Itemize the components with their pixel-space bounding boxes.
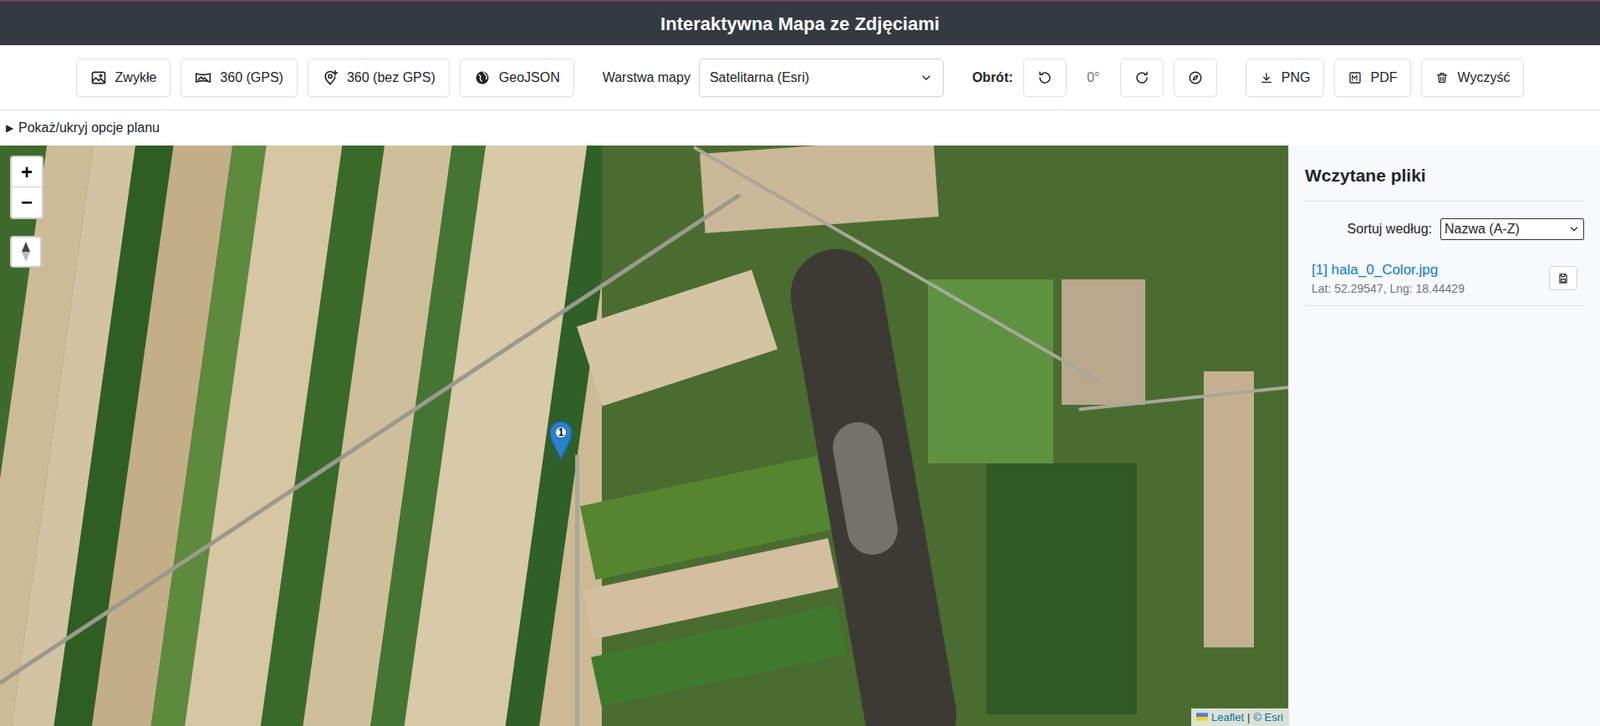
globe-icon [473,69,491,87]
farmland [0,145,707,726]
marker-pin-icon [548,419,574,462]
attribution-separator: | [1247,708,1250,726]
panorama-icon [194,69,212,87]
zoom-in-button[interactable]: + [11,157,42,188]
field [1203,371,1254,648]
rotation-label: Obrót: [972,67,1014,88]
export-button-label: PDF [1370,67,1397,88]
forest [986,463,1137,714]
rotation-value: 0° [1076,67,1111,88]
save-icon [1557,272,1570,285]
sidebar-title: Wczytane pliki [1304,162,1585,202]
photo-marker[interactable]: 1 [548,419,574,462]
layer-label: Warstwa mapy [602,67,691,88]
rotation-group: Obrót: 0° [972,58,1218,97]
leaflet-link[interactable]: Leaflet [1211,708,1244,726]
compass-icon [1187,70,1203,86]
rotate-right-icon [1134,70,1150,86]
app-title: Interaktywna Mapa ze Zdjęciami [660,10,940,38]
sort-label: Sortuj według: [1347,219,1432,240]
upload-button-label: Zwykłe [115,67,158,88]
sidebar: Wczytane pliki Sortuj według: Nazwa (A-Z) [… [1288,145,1600,726]
toolbar: Zwykłe 360 (GPS) 360 (bez GPS) GeoJSON Warst… [0,45,1600,111]
road [575,454,580,726]
file-list: [1] hala_0_Color.jpgLat: 52.29547, Lng: … [1304,251,1585,307]
save-file-button[interactable] [1549,265,1578,291]
map-attribution: Leaflet|© Esri [1191,708,1289,726]
plan-options-toggle[interactable]: ▶Pokaż/ukryj opcje planu [0,110,1600,146]
upload-button[interactable]: GeoJSON [459,58,575,97]
upload-group: Zwykłe 360 (GPS) 360 (bez GPS) GeoJSON [76,58,575,97]
export-group: PNG PDF Wyczyść [1245,58,1525,97]
field [1061,279,1146,405]
chevron-down-icon [919,71,933,85]
zoom-control: +− [10,155,44,220]
chevron-down-icon [1568,223,1580,235]
download-icon [1259,71,1274,85]
marker-label: 1 [548,424,574,440]
zoom-out-button[interactable]: − [11,187,42,218]
image-icon [90,69,108,87]
ukraine-flag-icon [1196,712,1208,721]
file-info: [1] hala_0_Color.jpgLat: 52.29547, Lng: … [1311,259,1465,299]
layer-group: Warstwa mapy Satelitarna (Esri) [602,58,944,97]
upload-button-label: 360 (GPS) [219,67,284,88]
esri-link[interactable]: © Esri [1253,708,1284,726]
map[interactable]: +− 1 Leaflet|© Esri [0,145,1289,726]
sort-row: Sortuj według: Nazwa (A-Z) [1304,218,1585,240]
file-item: [1] hala_0_Color.jpgLat: 52.29547, Lng: … [1304,251,1585,307]
rotate-right-button[interactable] [1120,58,1164,97]
north-button[interactable] [10,235,42,268]
upload-button-label: GeoJSON [499,67,561,88]
rotate-left-icon [1037,70,1053,86]
north-arrow-icon [17,240,35,263]
pdf-icon [1348,71,1362,85]
toggle-arrow-icon: ▶ [5,120,14,136]
upload-button[interactable]: 360 (bez GPS) [307,58,450,97]
export-button[interactable]: PNG [1245,58,1325,97]
sort-select-value: Nazwa (A-Z) [1444,219,1520,240]
export-button[interactable]: PDF [1334,58,1412,97]
upload-button[interactable]: Zwykłe [76,58,172,97]
pin-plus-icon [321,69,339,87]
export-button-label: Wyczyść [1457,67,1510,88]
upload-button[interactable]: 360 (GPS) [180,58,298,97]
layer-select-value: Satelitarna (Esri) [709,67,810,88]
file-link[interactable]: [1] hala_0_Color.jpg [1311,259,1465,281]
rotate-left-button[interactable] [1023,58,1067,97]
export-button-label: PNG [1281,67,1311,88]
upload-button-label: 360 (bez GPS) [346,67,436,88]
main-area: +− 1 Leaflet|© Esri Wczytane pliki Sortuj we… [0,145,1600,726]
plan-toggle-label: Pokaż/ukryj opcje planu [18,117,160,138]
file-coords: Lat: 52.29547, Lng: 18.44429 [1311,280,1465,298]
reset-rotation-button[interactable] [1173,58,1218,97]
trash-icon [1435,71,1449,85]
field [927,279,1054,464]
sort-select[interactable]: Nazwa (A-Z) [1440,218,1585,240]
layer-select[interactable]: Satelitarna (Esri) [698,58,944,97]
app-header: Interaktywna Mapa ze Zdjęciami [0,0,1600,46]
export-button[interactable]: Wyczyść [1421,58,1524,97]
